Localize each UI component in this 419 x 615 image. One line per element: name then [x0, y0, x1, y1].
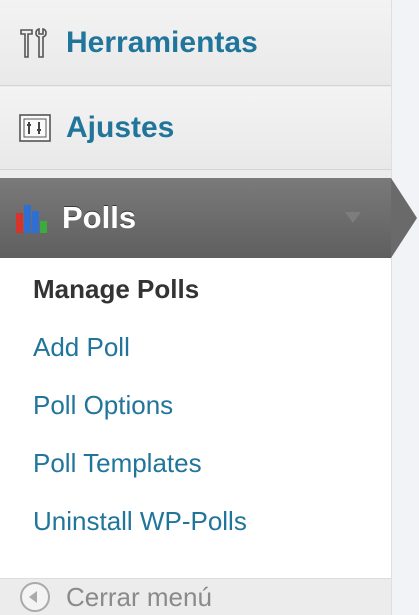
active-pointer-arrow	[391, 178, 417, 258]
tools-icon	[18, 26, 52, 60]
settings-icon	[18, 111, 52, 145]
submenu-item-poll-templates[interactable]: Poll Templates	[33, 448, 202, 479]
submenu-item-add-poll[interactable]: Add Poll	[33, 332, 130, 363]
sidebar-item-label: Ajustes	[66, 111, 175, 144]
collapse-arrow-icon	[20, 582, 50, 612]
collapse-menu-button[interactable]: Cerrar menú	[0, 579, 391, 615]
submenu-item-uninstall-wp-polls[interactable]: Uninstall WP-Polls	[33, 506, 247, 537]
collapse-menu-label: Cerrar menú	[66, 581, 212, 612]
polls-submenu: Manage Polls Add Poll Poll Options Poll …	[0, 258, 391, 579]
submenu-item-manage-polls[interactable]: Manage Polls	[33, 274, 199, 305]
submenu-item-poll-options[interactable]: Poll Options	[33, 390, 173, 421]
sidebar-item-label: Polls	[62, 200, 137, 235]
sidebar-item-herramientas[interactable]: Herramientas	[0, 0, 391, 86]
bar-chart-icon	[16, 203, 48, 233]
sidebar-item-ajustes[interactable]: Ajustes	[0, 87, 391, 170]
sidebar-item-polls[interactable]: Polls	[0, 178, 391, 258]
admin-sidebar: Herramientas Ajustes Polls Manage Polls …	[0, 0, 417, 615]
sidebar-item-label: Herramientas	[66, 25, 258, 59]
chevron-down-icon[interactable]	[345, 212, 361, 223]
